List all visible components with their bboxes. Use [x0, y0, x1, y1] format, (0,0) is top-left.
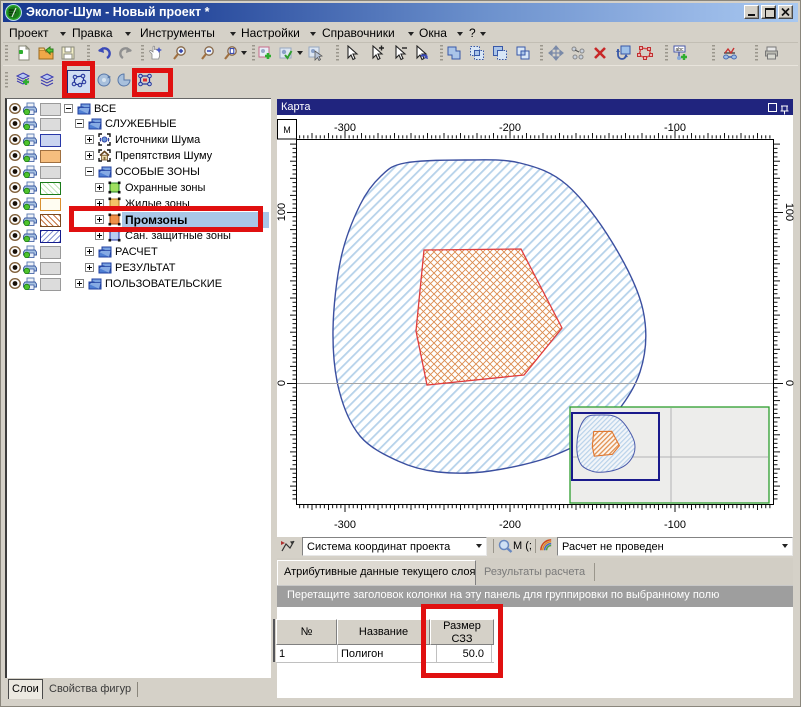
svg-text:М: М: [283, 125, 291, 135]
svg-text:-300: -300: [334, 519, 356, 531]
svg-text:-100: -100: [664, 122, 686, 134]
svg-text:100: 100: [277, 203, 288, 221]
svg-text:0: 0: [277, 380, 288, 386]
svg-text:abc: abc: [675, 47, 684, 53]
svg-text:100: 100: [783, 203, 795, 221]
svg-text:-300: -300: [334, 122, 356, 134]
svg-text:-200: -200: [499, 519, 521, 531]
svg-text:-200: -200: [499, 122, 521, 134]
svg-text:-100: -100: [664, 519, 686, 531]
svg-text:0: 0: [783, 380, 795, 386]
